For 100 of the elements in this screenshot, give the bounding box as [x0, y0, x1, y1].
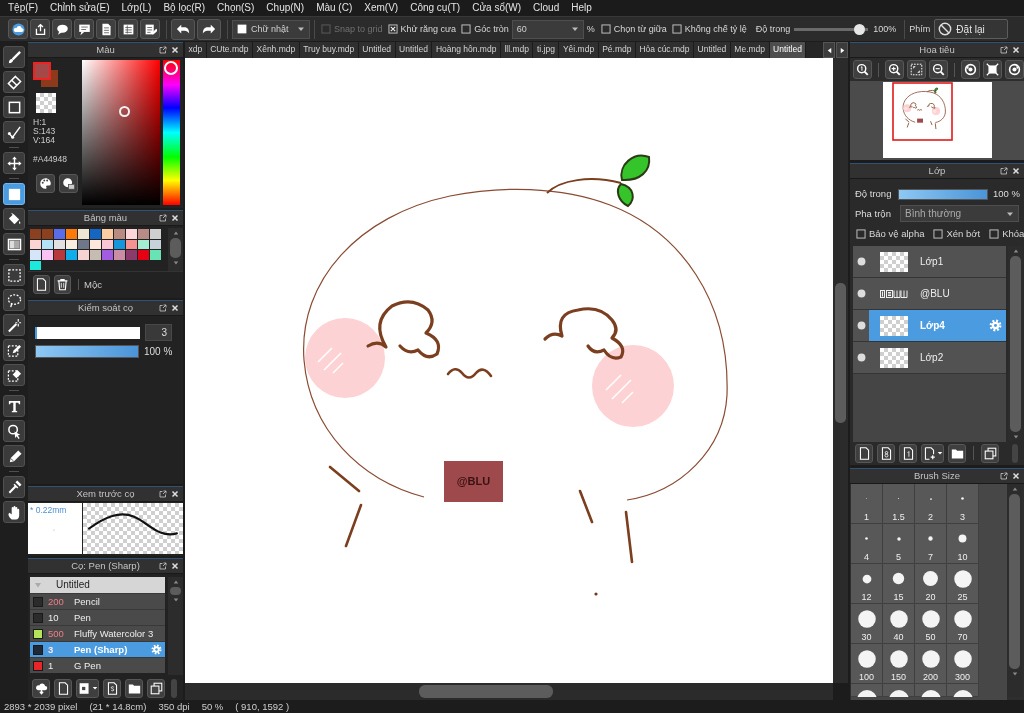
brush-size-option[interactable]: 100: [851, 644, 883, 684]
brush-item[interactable]: 10 Pen: [30, 609, 165, 625]
scrollbar[interactable]: [833, 58, 848, 683]
brush-size-option[interactable]: 5: [883, 524, 915, 564]
color-swatch[interactable]: [30, 229, 41, 239]
color-swatch[interactable]: [114, 229, 125, 239]
color-swatch[interactable]: [114, 239, 125, 249]
color-swatch[interactable]: [30, 260, 41, 270]
checkbox-icon[interactable]: [856, 229, 866, 239]
brush-size-option[interactable]: 3: [947, 484, 979, 524]
corner-dropdown[interactable]: 60: [511, 19, 584, 39]
share-button[interactable]: [30, 19, 50, 39]
scrollbar-thumb[interactable]: [1010, 256, 1021, 432]
selection-pen-tool-button[interactable]: [3, 339, 25, 361]
color-swatch[interactable]: [126, 250, 137, 260]
menu-item[interactable]: Help: [565, 2, 598, 14]
close-icon[interactable]: [171, 304, 179, 312]
color-swatch[interactable]: [54, 250, 65, 260]
move-arrows-tool-button[interactable]: [3, 152, 25, 174]
brush-size-option[interactable]: 40: [883, 604, 915, 644]
brush-group-header[interactable]: Untitled: [30, 577, 165, 593]
checkbox-icon[interactable]: [671, 24, 682, 34]
opacity-slider[interactable]: [35, 345, 139, 358]
square-outline-tool-button[interactable]: [3, 96, 25, 118]
layer-item[interactable]: @BLU: [869, 278, 1006, 309]
color-swatch[interactable]: [150, 250, 161, 260]
scrollbar[interactable]: [185, 683, 833, 700]
reset-button[interactable]: Đặt lại: [934, 19, 1009, 39]
list-edit-button[interactable]: [140, 19, 160, 39]
color-swatch[interactable]: [78, 229, 89, 239]
checkbox-icon[interactable]: [387, 24, 398, 34]
menu-item[interactable]: Cửa sổ(W): [466, 2, 528, 14]
settings-icon[interactable]: [151, 644, 162, 655]
color-swatch[interactable]: [54, 239, 65, 249]
tab-scroll-right-button[interactable]: [836, 42, 848, 58]
brush-size-option[interactable]: 4: [851, 524, 883, 564]
brush-size-option[interactable]: 15: [883, 564, 915, 604]
selection-eraser-tool-button[interactable]: [3, 364, 25, 386]
layer-option-checkbox[interactable]: Xén bớt: [933, 228, 981, 240]
brush-size-option[interactable]: 300: [947, 644, 979, 684]
popout-icon[interactable]: [1000, 472, 1008, 480]
color-swatch[interactable]: [138, 250, 149, 260]
document-tab[interactable]: Untitled: [769, 42, 807, 58]
close-icon[interactable]: [171, 490, 179, 498]
layer-option-checkbox[interactable]: Khóa: [989, 228, 1024, 240]
document-tab[interactable]: Me.mdp: [730, 42, 770, 58]
document-tab[interactable]: lll.mdp: [500, 42, 534, 58]
menu-item[interactable]: Công cụ(T): [404, 2, 467, 14]
checkbox-icon[interactable]: [989, 229, 1000, 239]
new-page-button[interactable]: [54, 678, 72, 698]
popout-icon[interactable]: [1000, 46, 1008, 54]
color-swatch[interactable]: [66, 239, 77, 249]
viewport-frame[interactable]: [891, 82, 953, 141]
visibility-dot-icon[interactable]: [856, 257, 866, 266]
document-tab[interactable]: Hỏa cúc.mdp: [635, 42, 695, 58]
magic-wand-tool-button[interactable]: [3, 314, 25, 336]
document-tab[interactable]: Yêi.mdp: [559, 42, 599, 58]
color-swatch[interactable]: [126, 229, 137, 239]
rotate-right-button[interactable]: [1005, 60, 1024, 79]
saturation-value-field[interactable]: [82, 60, 160, 205]
brush-size-option[interactable]: 1: [851, 484, 883, 524]
script-page-button[interactable]: [103, 678, 121, 698]
blend-mode-dropdown[interactable]: Bình thường: [900, 205, 1019, 222]
new-8bit-layer-button[interactable]: [877, 443, 895, 463]
document-tab[interactable]: Truy buy.mdp: [299, 42, 359, 58]
close-icon[interactable]: [171, 214, 179, 222]
brush-item[interactable]: 500 Fluffy Watercolor 3: [30, 625, 165, 641]
option-checkbox[interactable]: Khử răng cưa: [387, 23, 457, 35]
zoom-in-button[interactable]: [885, 60, 904, 79]
popout-icon[interactable]: [159, 304, 167, 312]
scroll-up-icon[interactable]: [1010, 486, 1019, 492]
opacity-slider[interactable]: [898, 188, 988, 200]
document-tab[interactable]: Xênh.mdp: [253, 42, 300, 58]
scrollbar-thumb[interactable]: [170, 238, 181, 258]
option-checkbox[interactable]: Góc tròn: [461, 23, 509, 35]
color-swatch[interactable]: [102, 239, 113, 249]
visibility-dot-icon[interactable]: [856, 289, 866, 298]
brush-size-option[interactable]: 200: [915, 644, 947, 684]
new-1bit-layer-button[interactable]: [899, 443, 917, 463]
color-swatch[interactable]: [102, 250, 113, 260]
color-swatch[interactable]: [150, 239, 161, 249]
folder-button[interactable]: [125, 678, 143, 698]
scrollbar-thumb[interactable]: [419, 685, 553, 698]
eyedropper-tool-button[interactable]: [3, 476, 25, 498]
scrollbar[interactable]: [168, 228, 183, 272]
brush-tool-button[interactable]: [3, 46, 25, 68]
cloud-button[interactable]: [8, 19, 28, 39]
color-swatch[interactable]: [30, 250, 41, 260]
brush-size-option[interactable]: [851, 684, 883, 697]
close-icon[interactable]: [1012, 472, 1020, 480]
filled-square-tool-button[interactable]: [3, 183, 25, 205]
menu-item[interactable]: Màu (C): [310, 2, 359, 14]
checkbox-icon[interactable]: [461, 24, 472, 34]
eraser-tool-button[interactable]: [3, 71, 25, 93]
menu-item[interactable]: Chụp(N): [260, 2, 311, 14]
color-swatch[interactable]: [90, 239, 101, 249]
lasso-tool-button[interactable]: [3, 289, 25, 311]
color-swatch[interactable]: [126, 239, 137, 249]
brush-size-option[interactable]: 25: [947, 564, 979, 604]
brush-size-option[interactable]: [883, 684, 915, 697]
